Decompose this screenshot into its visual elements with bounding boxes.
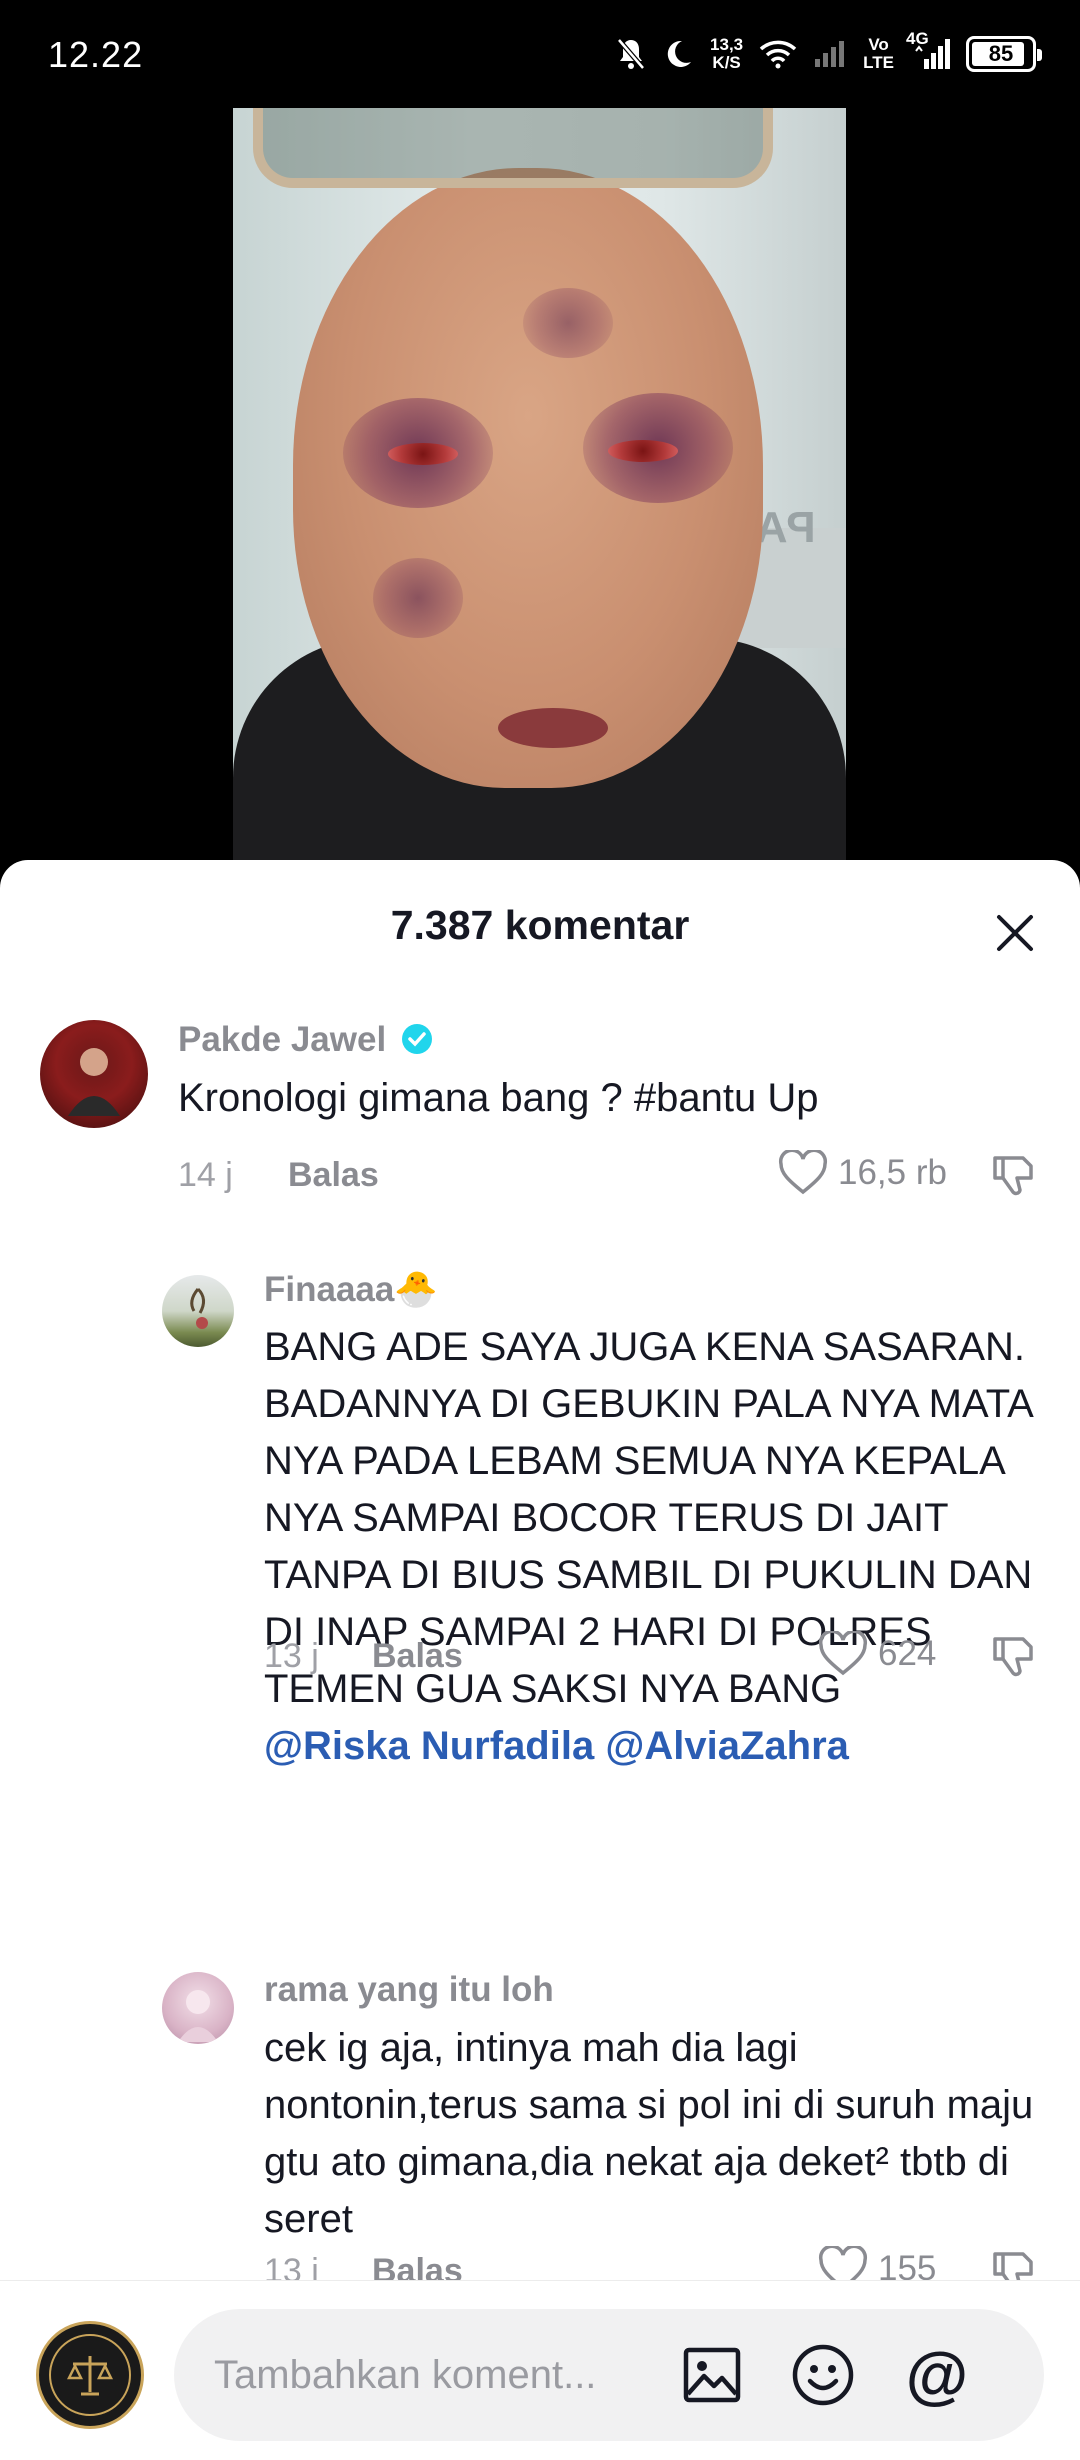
comment-text: BANG ADE SAYA JUGA KENA SASARAN. BADANNY… [264, 1319, 1044, 1775]
comment-author[interactable]: Finaaaa🐣 [264, 1269, 438, 1310]
scales-of-justice-icon [49, 2334, 131, 2416]
avatar[interactable] [162, 1972, 234, 2044]
mouth [498, 708, 608, 748]
close-icon [997, 915, 1033, 951]
like-count: 624 [878, 1634, 937, 1673]
comment-author-name: Finaaaa🐣 [264, 1270, 438, 1309]
status-time: 12.22 [48, 34, 144, 75]
volte-top: Vo [868, 35, 889, 54]
bruise [373, 558, 463, 638]
comment-input-pill: @ [174, 2309, 1044, 2441]
mention-icon: @ [905, 2339, 969, 2411]
comment-input-bar: @ [0, 2280, 1080, 2460]
volte-indicator: Vo LTE [863, 36, 894, 72]
thumbs-down-icon [993, 1637, 1033, 1677]
status-bar: 12.22 13,3 K/S Vo LTE 4G 85 [0, 0, 1080, 108]
thumbs-down-icon [993, 1156, 1033, 1196]
video-person-face [293, 168, 763, 788]
dislike-button[interactable] [990, 1633, 1040, 1688]
heart-icon [778, 1150, 828, 1195]
eye [608, 440, 678, 462]
net-speed: 13,3 K/S [710, 36, 743, 72]
bruise [523, 288, 613, 358]
video-player[interactable]: PAR [233, 108, 846, 868]
comment-item: Pakde Jawel Kronologi gimana bang ? #ban… [0, 1020, 1080, 1260]
battery-icon: 85 [966, 36, 1042, 72]
verified-badge-icon [401, 1024, 432, 1054]
mention-link[interactable]: @AlviaZahra [605, 1724, 849, 1768]
mention-button[interactable]: @ [904, 2342, 970, 2408]
status-icons: 13,3 K/S Vo LTE 4G 85 [616, 29, 1042, 78]
image-button[interactable] [679, 2342, 745, 2408]
net-speed-unit: K/S [712, 53, 741, 72]
comment-time: 14 j [178, 1156, 233, 1194]
comments-sheet: 7.387 komentar Pakde Jawel Kronologi gim… [0, 860, 1080, 2460]
avatar[interactable] [162, 1275, 234, 1347]
like-count: 16,5 rb [838, 1153, 947, 1192]
net-speed-value: 13,3 [710, 35, 744, 54]
sunglasses [253, 108, 773, 188]
reply-button[interactable]: Balas [372, 1637, 463, 1676]
comment-author-name: Pakde Jawel [178, 1020, 387, 1059]
image-icon [683, 2347, 741, 2403]
comment-author[interactable]: Pakde Jawel [178, 1020, 434, 1060]
signal-icon: 4G [906, 29, 950, 71]
comment-author[interactable]: rama yang itu loh [264, 1970, 554, 2010]
comment-text: Kronologi gimana bang ? #bantu Up [178, 1076, 819, 1120]
comments-header: 7.387 komentar [0, 860, 1080, 990]
close-button[interactable] [990, 908, 1040, 958]
emoji-button[interactable] [790, 2342, 856, 2408]
comment-text: cek ig aja, intinya mah dia lagi nontoni… [264, 2026, 1034, 2241]
eye [388, 443, 458, 465]
comment-author-name: rama yang itu loh [264, 1970, 554, 2009]
like-button[interactable]: 624 [818, 1631, 936, 1677]
comment-item: rama yang itu loh cek ig aja, intinya ma… [0, 1970, 1080, 2292]
battery-level: 85 [988, 41, 1014, 66]
comment-item: Finaaaa🐣 BANG ADE SAYA JUGA KENA SASARAN… [0, 1265, 1080, 1768]
comment-input[interactable] [214, 2339, 654, 2411]
wifi-icon [759, 39, 797, 69]
volte-bottom: LTE [863, 53, 894, 72]
comments-count-title: 7.387 komentar [390, 902, 690, 948]
comment-time: 13 j [264, 1637, 319, 1675]
emoji-icon [792, 2344, 854, 2406]
reply-button[interactable]: Balas [288, 1156, 379, 1195]
signal-icon [813, 39, 847, 69]
like-button[interactable]: 16,5 rb [778, 1150, 947, 1196]
moon-icon [662, 38, 694, 70]
mention-link[interactable]: @Riska Nurfadila [264, 1724, 594, 1768]
my-avatar[interactable] [36, 2321, 144, 2429]
dislike-button[interactable] [990, 1152, 1040, 1207]
network-type: 4G [906, 29, 929, 48]
avatar[interactable] [40, 1020, 148, 1128]
heart-icon [818, 1631, 868, 1676]
mute-icon [616, 37, 646, 71]
